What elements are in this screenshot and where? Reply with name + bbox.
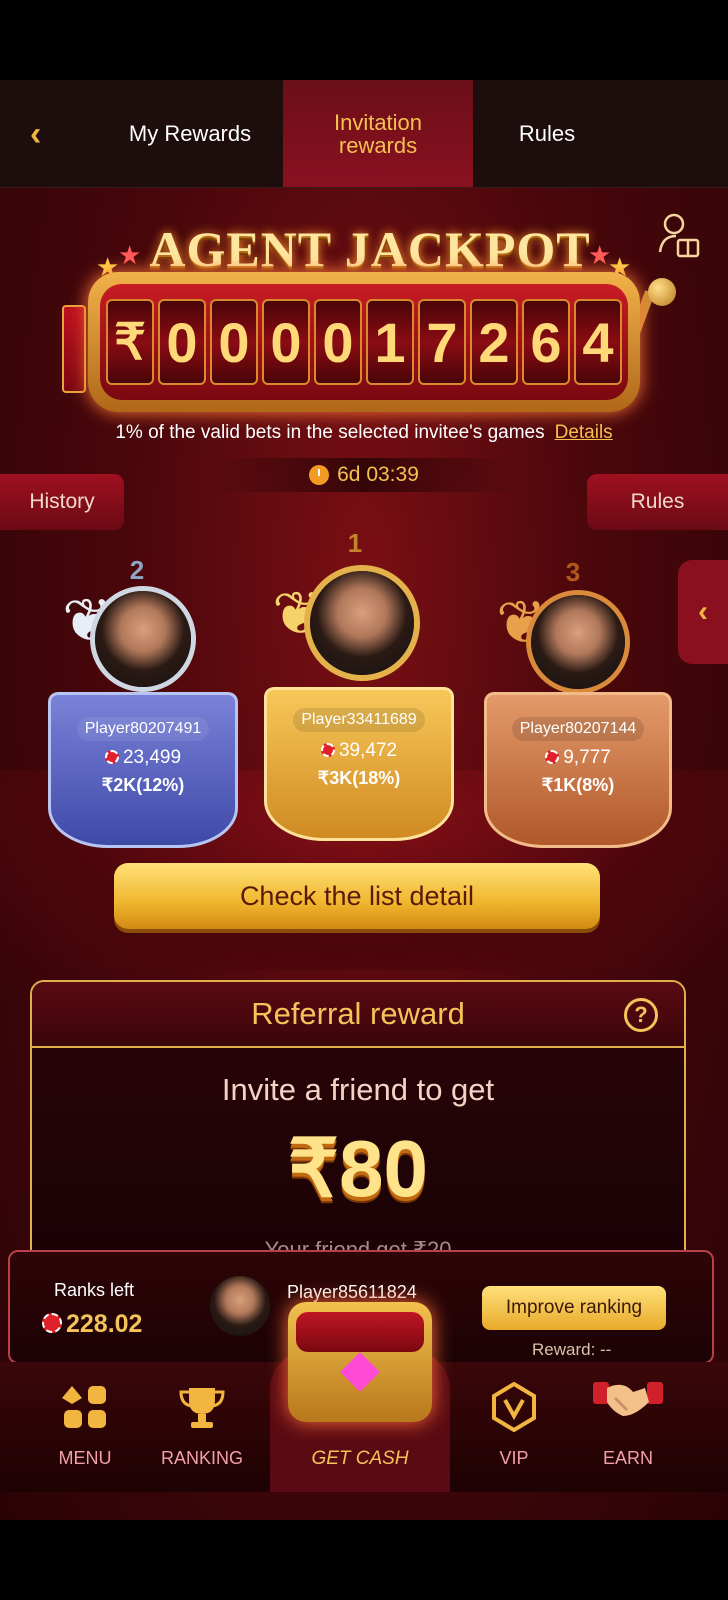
menu-grid-icon — [62, 1386, 106, 1428]
avatar — [90, 586, 196, 692]
jackpot-digit: 0 — [158, 299, 206, 385]
referral-amount: ₹80 — [288, 1124, 428, 1213]
reward-label: Reward: -- — [532, 1340, 612, 1359]
jackpot-description-text: 1% of the valid bets in the selected inv… — [115, 422, 545, 443]
tab-my-rewards[interactable]: My Rewards — [105, 80, 275, 187]
slot-lever-knob-icon — [648, 278, 676, 306]
profile-gift-icon[interactable] — [658, 212, 700, 260]
chip-icon — [545, 750, 560, 764]
vip-badge-icon — [492, 1382, 536, 1432]
tab-label-line2: rewards — [338, 132, 418, 158]
star-icon: ★ — [118, 240, 142, 270]
player-score: 39,472 — [267, 740, 451, 762]
podium-card-rank-2[interactable]: ❦ 2 Player80207491 23,499 ₹2K(12%) — [40, 540, 240, 860]
help-icon[interactable]: ? — [624, 998, 658, 1032]
jackpot-description: 1% of the valid bets in the selected inv… — [20, 422, 708, 444]
podium-plaque: Player80207491 23,499 ₹2K(12%) — [48, 692, 238, 848]
timer-value: 6d 03:39 — [337, 463, 419, 486]
podium-plaque: Player80207144 9,777 ₹1K(8%) — [484, 692, 672, 848]
player-score: 9,777 — [487, 747, 669, 769]
back-arrow-icon[interactable]: ‹ — [30, 114, 70, 154]
jackpot-title: AGENT JACKPOT — [149, 221, 591, 277]
tab-rules[interactable]: Rules — [482, 80, 612, 187]
invitation-rewards-screen: ‹ My Rewards Invitation rewards Rules ★ ★… — [0, 80, 728, 1520]
crown-icon: 1 — [347, 528, 363, 558]
firecracker-icon — [62, 305, 86, 393]
bottom-navigation: MENU RANKING GET CASH VIP EARN — [0, 1302, 728, 1492]
improve-ranking-button[interactable]: Improve ranking — [482, 1286, 666, 1330]
top-navigation: ‹ My Rewards Invitation rewards Rules — [0, 80, 728, 188]
trophy-icon — [179, 1388, 225, 1428]
jackpot-digit: 2 — [470, 299, 518, 385]
crown-icon: 3 — [565, 557, 581, 587]
nav-label: RANKING — [160, 1448, 243, 1468]
jackpot-digit: 0 — [262, 299, 310, 385]
details-link[interactable]: Details — [555, 422, 613, 443]
jackpot-counter: ₹ 0 0 0 0 1 7 2 6 4 — [88, 272, 640, 412]
chip-icon — [320, 743, 335, 757]
player-name: Player33411689 — [267, 708, 451, 732]
nav-label: MENU — [58, 1448, 112, 1468]
nav-menu[interactable]: MENU — [40, 1362, 130, 1492]
nav-label: EARN — [602, 1448, 653, 1468]
tab-invitation-rewards[interactable]: Invitation rewards — [283, 80, 473, 187]
chip-icon — [42, 1313, 62, 1333]
jackpot-digit: 6 — [522, 299, 570, 385]
jackpot-digit: 4 — [574, 299, 622, 385]
my-player-name: Player85611824 — [287, 1282, 417, 1302]
jackpot-digit: 1 — [366, 299, 414, 385]
invite-text: Invite a friend to get — [221, 1072, 495, 1107]
handshake-icon — [593, 1382, 663, 1416]
ranks-left-value: 228.02 — [42, 1310, 142, 1339]
chevron-left-icon[interactable]: ‹ — [678, 560, 728, 664]
avatar — [304, 565, 420, 681]
tab-label-line1: Invitation — [333, 109, 423, 135]
referral-reward-panel: Referral reward ? Invite a friend to get… — [30, 980, 686, 1274]
nav-get-cash-label[interactable]: GET CASH — [270, 1448, 450, 1470]
referral-reward-title: Referral reward — [251, 996, 465, 1031]
player-name: Player80207144 — [487, 717, 669, 741]
podium-card-rank-3[interactable]: ❦ 3 Player80207144 9,777 ₹1K(8%) — [476, 540, 674, 860]
jackpot-digit: 0 — [314, 299, 362, 385]
crown-icon: 2 — [129, 555, 145, 585]
player-score: 23,499 — [51, 747, 235, 769]
nav-ranking[interactable]: RANKING — [150, 1362, 254, 1492]
podium-plaque: Player33411689 39,472 ₹3K(18%) — [264, 687, 454, 841]
countdown-timer: 6d 03:39 — [212, 458, 516, 492]
treasure-chest-icon[interactable] — [288, 1302, 432, 1422]
rules-button[interactable]: Rules — [587, 474, 728, 530]
chip-icon — [104, 750, 119, 764]
ranks-left-label: Ranks left — [54, 1280, 135, 1300]
player-name: Player80207491 — [51, 717, 235, 741]
jackpot-digit: 7 — [418, 299, 466, 385]
jackpot-currency: ₹ — [106, 299, 154, 385]
player-reward: ₹2K(12%) — [101, 775, 185, 795]
player-reward: ₹3K(18%) — [317, 768, 401, 788]
avatar — [526, 590, 630, 694]
player-reward: ₹1K(8%) — [541, 775, 615, 795]
alarm-clock-icon — [309, 465, 330, 485]
history-button[interactable]: History — [0, 474, 124, 530]
nav-label: VIP — [499, 1448, 529, 1468]
avatar — [210, 1276, 270, 1336]
check-list-detail-button[interactable]: Check the list detail — [114, 863, 600, 929]
jackpot-digit: 0 — [210, 299, 258, 385]
podium-card-rank-1[interactable]: ❦ 1 Player33411689 39,472 ₹3K(18%) — [258, 515, 454, 855]
nav-earn[interactable]: EARN — [586, 1362, 670, 1492]
referral-reward-header: Referral reward ? — [32, 982, 684, 1048]
nav-vip[interactable]: VIP — [472, 1362, 556, 1492]
